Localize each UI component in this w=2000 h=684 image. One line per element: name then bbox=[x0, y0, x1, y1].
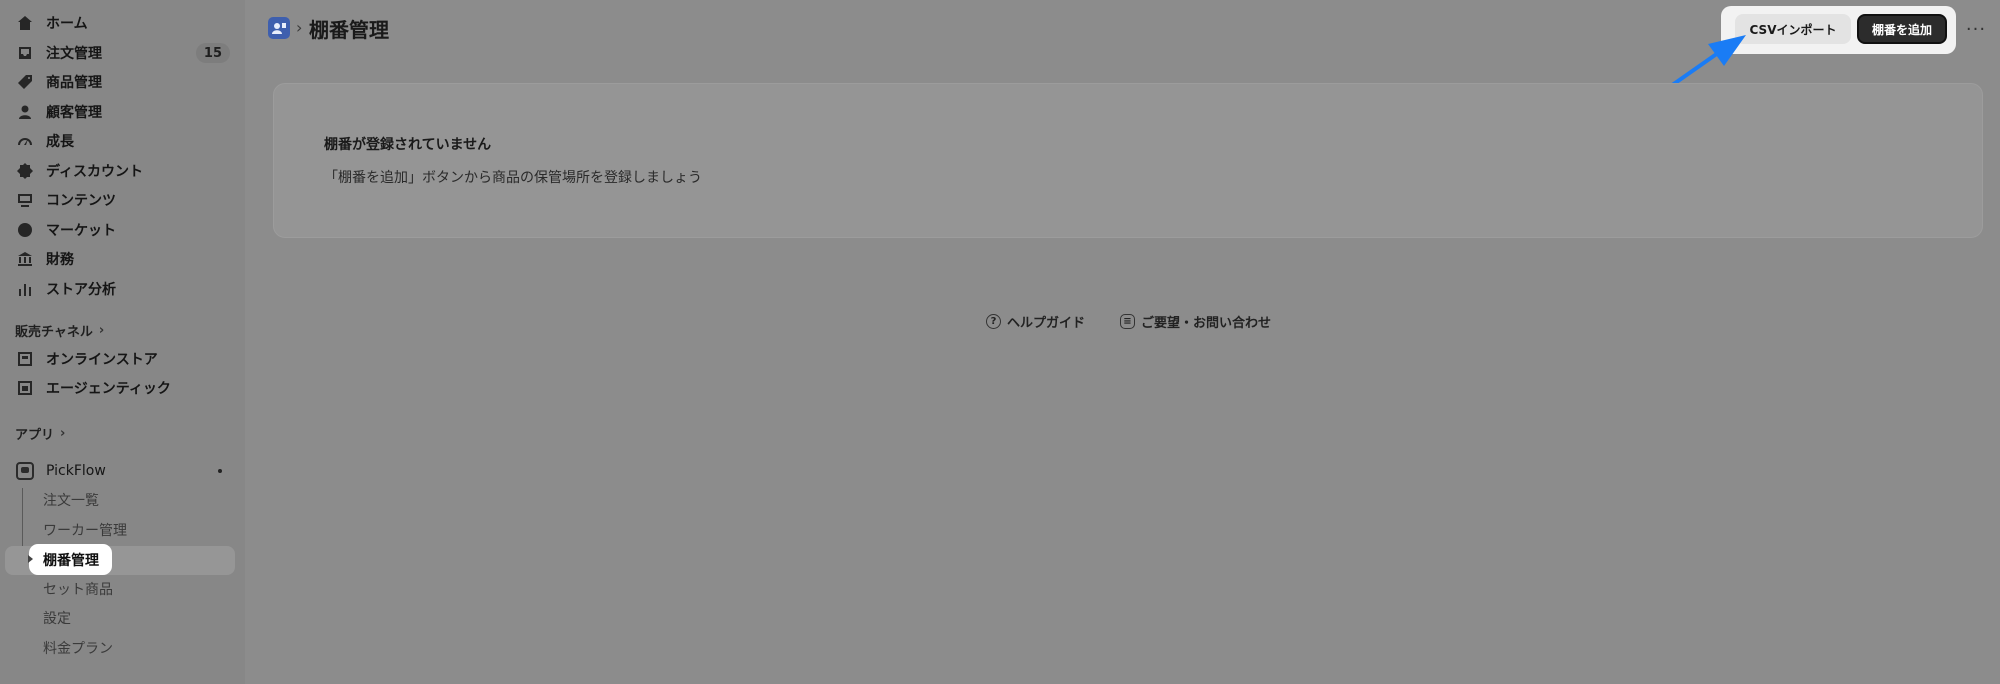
apps-header[interactable]: アプリ › bbox=[15, 424, 65, 443]
sales-channels-header[interactable]: 販売チャネル › bbox=[15, 321, 104, 340]
chat-bubble-icon: ≡ bbox=[1120, 313, 1135, 329]
sub-item-bundles[interactable]: セット商品 bbox=[43, 576, 113, 602]
sub-item-orders-list[interactable]: 注文一覧 bbox=[43, 487, 99, 513]
chevron-right-icon: › bbox=[60, 426, 66, 441]
help-guide-link[interactable]: ? ヘルプガイド bbox=[986, 310, 1085, 332]
nav-label: ディスカウント bbox=[46, 164, 144, 180]
nav-label: 成長 bbox=[46, 134, 74, 150]
channel-label: エージェンティック bbox=[46, 381, 171, 397]
empty-state-title: 棚番が登録されていません bbox=[324, 137, 492, 153]
inbox-icon bbox=[16, 44, 34, 62]
sales-channels-label: 販売チャネル bbox=[15, 325, 93, 340]
agent-icon bbox=[16, 379, 34, 397]
channel-label: オンラインストア bbox=[46, 352, 158, 368]
discount-icon bbox=[16, 162, 34, 180]
chevron-right-icon: › bbox=[98, 323, 105, 338]
tag-icon bbox=[16, 73, 34, 91]
nav-growth[interactable]: 成長 bbox=[12, 127, 234, 155]
content-icon bbox=[16, 191, 34, 209]
app-pickflow[interactable]: PickFlow bbox=[12, 457, 234, 485]
page-title: 棚番管理 bbox=[309, 18, 389, 42]
sub-item-shelf-management[interactable]: 棚番管理 bbox=[29, 544, 112, 575]
add-shelf-button[interactable]: 棚番を追加 bbox=[1857, 14, 1947, 44]
home-icon bbox=[16, 14, 34, 32]
nav-label: ストア分析 bbox=[46, 282, 116, 298]
bar-chart-icon bbox=[16, 280, 34, 298]
globe-icon bbox=[16, 221, 34, 239]
more-actions-icon[interactable]: ··· bbox=[1963, 14, 1989, 44]
sub-item-pricing[interactable]: 料金プラン bbox=[43, 635, 113, 661]
store-icon bbox=[16, 350, 34, 368]
csv-import-button[interactable]: CSVインポート bbox=[1735, 14, 1851, 44]
nav-finance[interactable]: 財務 bbox=[12, 245, 234, 273]
nav-discounts[interactable]: ディスカウント bbox=[12, 157, 234, 185]
nav-label: コンテンツ bbox=[46, 193, 116, 209]
nav-label: ホーム bbox=[46, 16, 88, 32]
nav-markets[interactable]: マーケット bbox=[12, 216, 234, 244]
sub-item-settings[interactable]: 設定 bbox=[43, 605, 71, 631]
app-status-dot bbox=[218, 469, 222, 473]
contact-label: ご要望・お問い合わせ bbox=[1141, 315, 1272, 331]
nav-label: 商品管理 bbox=[46, 75, 102, 91]
contact-link[interactable]: ≡ ご要望・お問い合わせ bbox=[1120, 310, 1271, 332]
nav-label: 財務 bbox=[46, 252, 74, 268]
pickflow-app-icon bbox=[16, 462, 34, 480]
pickflow-app-icon[interactable] bbox=[268, 17, 290, 39]
nav-content[interactable]: コンテンツ bbox=[12, 186, 234, 214]
channel-agentic[interactable]: エージェンティック bbox=[12, 374, 234, 402]
channel-online-store[interactable]: オンラインストア bbox=[12, 345, 234, 373]
breadcrumb-chevron-icon: › bbox=[296, 18, 303, 37]
bank-icon bbox=[16, 250, 34, 268]
apps-label: アプリ bbox=[15, 428, 55, 443]
question-circle-icon: ? bbox=[986, 313, 1001, 329]
sub-item-workers[interactable]: ワーカー管理 bbox=[43, 517, 127, 543]
nav-home[interactable]: ホーム bbox=[12, 9, 234, 37]
empty-state-card bbox=[273, 83, 1983, 238]
help-guide-label: ヘルプガイド bbox=[1007, 315, 1086, 331]
nav-label: 注文管理 bbox=[46, 46, 102, 62]
nav-orders[interactable]: 注文管理 15 bbox=[12, 39, 234, 67]
nav-label: マーケット bbox=[46, 223, 116, 239]
person-icon bbox=[16, 103, 34, 121]
app-name: PickFlow bbox=[46, 463, 106, 479]
nav-label: 顧客管理 bbox=[46, 105, 102, 121]
nav-products[interactable]: 商品管理 bbox=[12, 68, 234, 96]
nav-analytics[interactable]: ストア分析 bbox=[12, 275, 234, 303]
selection-caret-icon bbox=[28, 555, 33, 563]
gauge-icon bbox=[16, 132, 34, 150]
nav-customers[interactable]: 顧客管理 bbox=[12, 98, 234, 126]
orders-count-badge: 15 bbox=[195, 43, 230, 63]
empty-state-description: 「棚番を追加」ボタンから商品の保管場所を登録しましょう bbox=[324, 170, 702, 186]
